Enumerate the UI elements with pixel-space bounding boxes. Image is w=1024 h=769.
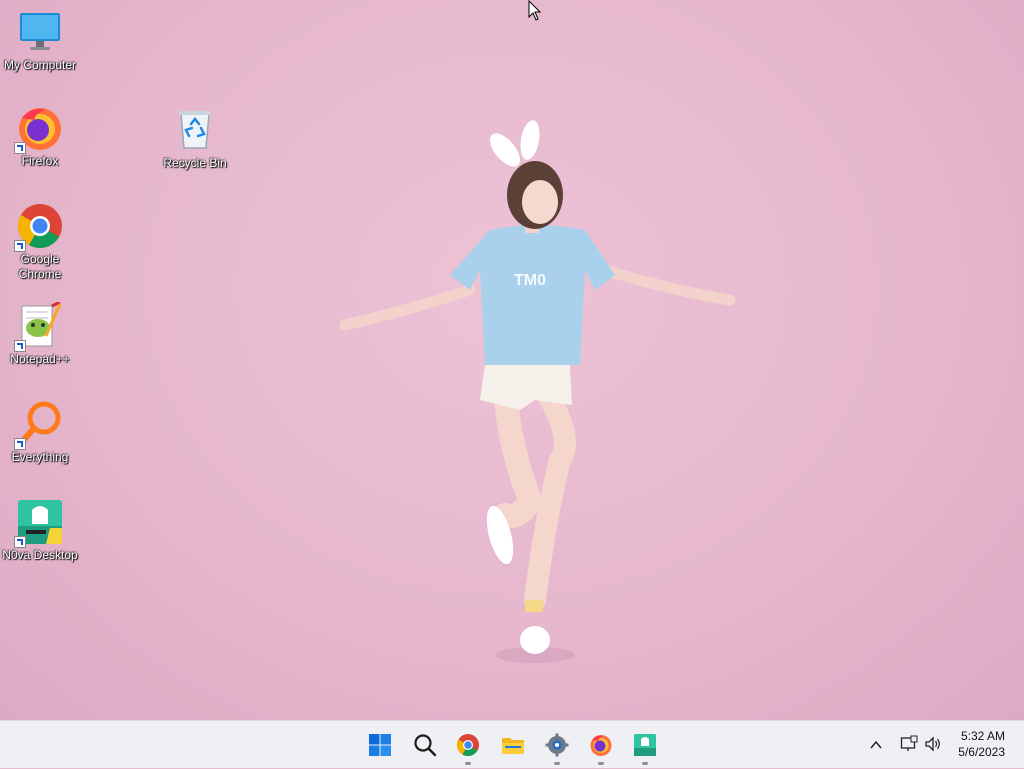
desktop-icon-label: Google Chrome xyxy=(18,252,62,281)
taskbar-app-settings[interactable] xyxy=(539,727,575,765)
taskbar-app-chrome[interactable] xyxy=(450,727,486,765)
running-indicator xyxy=(642,762,648,765)
tray-network-button[interactable] xyxy=(898,733,920,755)
desktop-icon-label: My Computer xyxy=(3,58,77,72)
desktop-icon-label: N0va Desktop xyxy=(2,548,78,562)
desktop-icon-label: Notepad++ xyxy=(10,352,70,366)
chevron-up-icon xyxy=(870,740,882,749)
shortcut-arrow-icon xyxy=(14,536,26,548)
taskbar: 5:32 AM 5/6/2023 xyxy=(0,720,1024,768)
desktop-icon-google-chrome[interactable]: Google Chrome xyxy=(0,202,80,282)
settings-icon xyxy=(545,733,569,757)
start-icon xyxy=(369,734,391,756)
desktop-icon-firefox[interactable]: Firefox xyxy=(0,104,80,169)
tray-clock[interactable]: 5:32 AM 5/6/2023 xyxy=(948,721,1024,769)
shortcut-arrow-icon xyxy=(14,142,26,154)
monitor-icon xyxy=(20,13,60,50)
search-icon xyxy=(414,734,437,757)
taskbar-app-n0va-desktop[interactable] xyxy=(627,727,663,765)
desktop-icon-n0va-desktop[interactable]: N0va Desktop xyxy=(0,498,80,563)
desktop-icon-my-computer[interactable]: My Computer xyxy=(0,8,80,73)
tray-overflow-button[interactable] xyxy=(866,735,886,755)
desktop-icon-recycle-bin[interactable]: Recycle Bin xyxy=(155,106,235,171)
nova-desktop-icon xyxy=(634,734,656,756)
running-indicator xyxy=(465,762,471,765)
speaker-icon xyxy=(925,736,940,752)
mouse-cursor-icon xyxy=(528,0,542,21)
file-explorer-icon xyxy=(502,738,524,754)
clock-date: 5/6/2023 xyxy=(958,745,1005,759)
firefox-icon xyxy=(590,735,612,756)
running-indicator xyxy=(554,762,560,765)
shortcut-arrow-icon xyxy=(14,438,26,450)
shortcut-arrow-icon xyxy=(14,240,26,252)
chrome-icon xyxy=(457,734,479,756)
svg-text:TM0: TM0 xyxy=(514,272,546,289)
taskbar-start-button[interactable] xyxy=(362,727,398,763)
desktop-icon-everything[interactable]: Everything xyxy=(0,400,80,465)
desktop-icon-label: Firefox xyxy=(21,154,59,168)
tray-volume-button[interactable] xyxy=(922,733,944,755)
clock-time: 5:32 AM xyxy=(960,729,1005,743)
desktop-icon-notepad-plus-plus[interactable]: Notepad++ xyxy=(0,300,80,367)
taskbar-app-firefox[interactable] xyxy=(583,727,619,765)
taskbar-search-button[interactable] xyxy=(407,727,443,763)
shortcut-arrow-icon xyxy=(14,340,26,352)
desktop-icon-label: Recycle Bin xyxy=(163,156,227,170)
network-ethernet-icon xyxy=(900,735,918,751)
running-indicator xyxy=(598,762,604,765)
taskbar-app-file-explorer[interactable] xyxy=(495,727,531,763)
wallpaper-character: TM0 xyxy=(339,120,736,663)
recycle-bin-icon xyxy=(179,111,211,149)
desktop-icon-label: Everything xyxy=(11,450,69,464)
desktop[interactable]: TM0 My Computer Firefox Google Chrome No… xyxy=(0,0,1024,720)
